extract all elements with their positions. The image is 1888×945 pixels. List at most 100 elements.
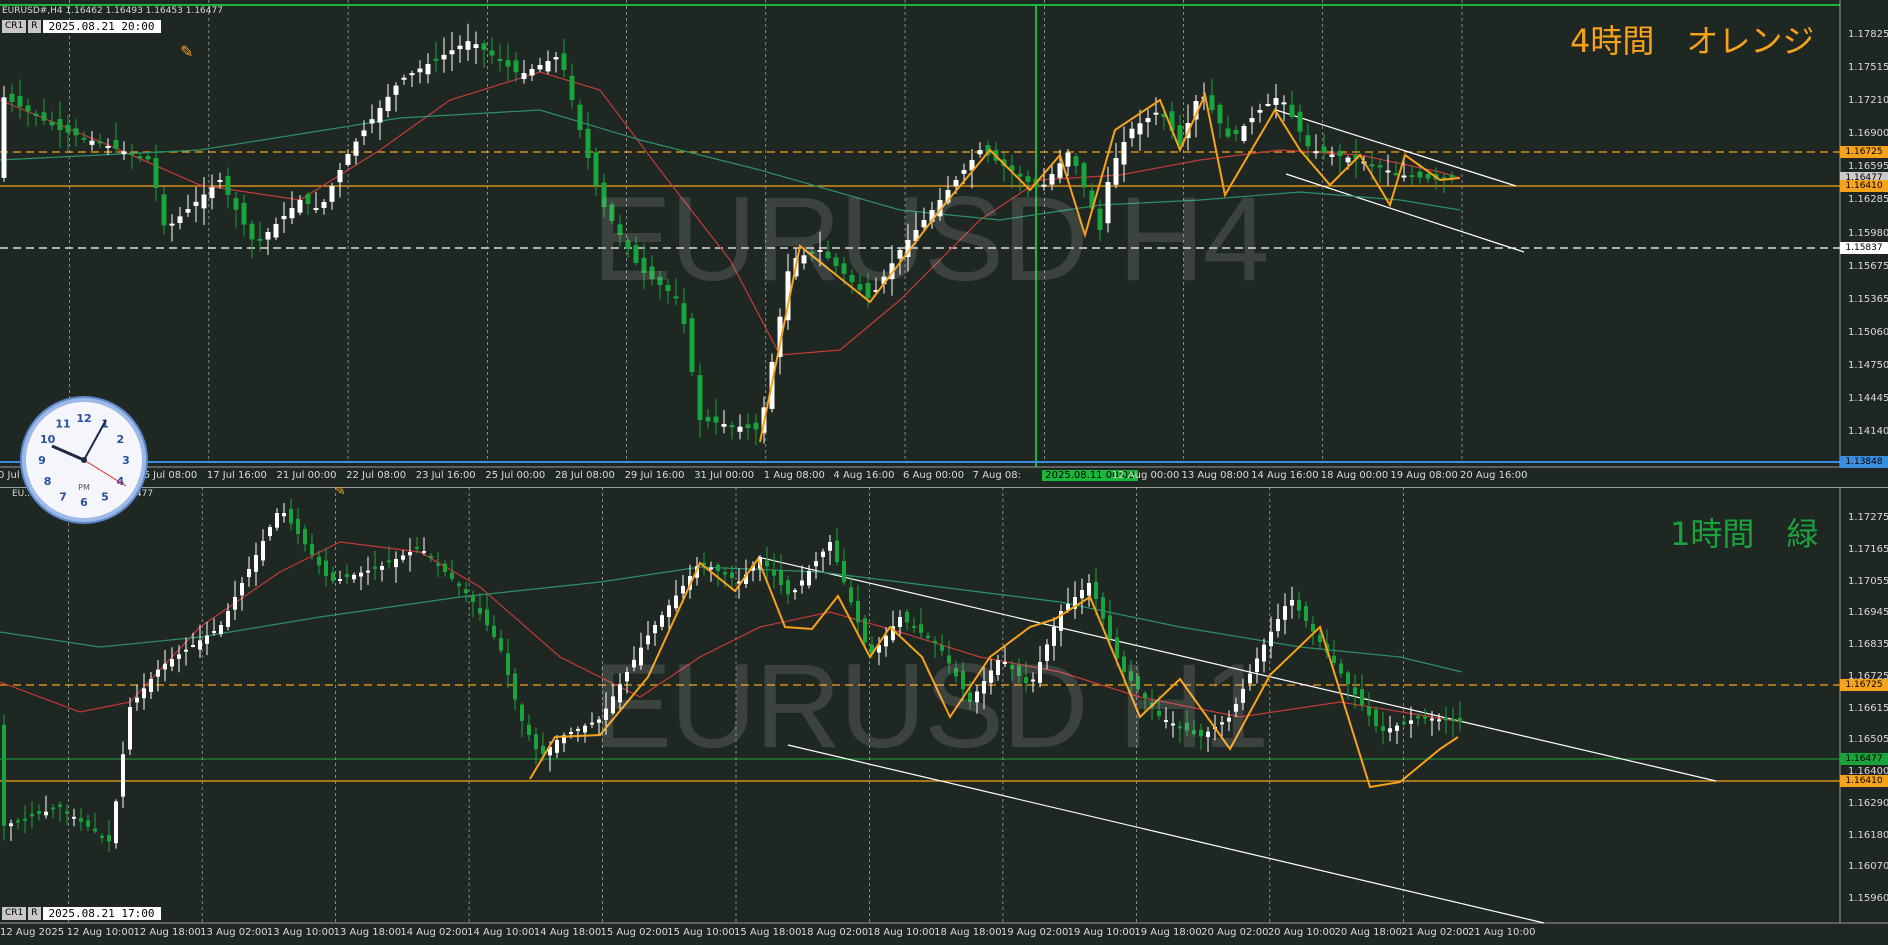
candle	[1290, 600, 1294, 606]
candle	[689, 318, 695, 372]
candle	[1367, 706, 1371, 716]
candle	[281, 216, 287, 220]
candle	[240, 583, 244, 596]
candle	[163, 663, 167, 670]
timeframe-note: 4時間 オレンジ	[1570, 22, 1815, 60]
clock-numeral: 10	[40, 433, 56, 446]
cr1-badge[interactable]: CR1	[2, 907, 27, 920]
price-axis-label: 1.16900	[1848, 128, 1888, 140]
candle	[282, 513, 286, 517]
time-axis-label: 19 Aug 18:00	[1134, 927, 1202, 938]
candle	[17, 96, 23, 107]
candle	[51, 807, 55, 810]
candle	[408, 552, 412, 556]
r-badge[interactable]: R	[28, 907, 41, 920]
candle	[1257, 110, 1263, 113]
candle	[247, 569, 251, 578]
candle	[478, 607, 482, 614]
time-axis-label: 18 Aug 10:00	[867, 927, 935, 938]
candle	[1425, 173, 1431, 179]
candle	[114, 801, 118, 844]
price-axis-label: 1.17165	[1848, 543, 1888, 555]
candle	[377, 108, 383, 123]
candle	[387, 560, 391, 563]
candle	[49, 121, 55, 126]
candle	[177, 654, 181, 659]
candle	[1458, 717, 1462, 722]
candle	[241, 202, 247, 225]
candle	[2, 724, 6, 826]
candle	[465, 41, 471, 50]
candle	[33, 113, 39, 116]
candle	[660, 615, 664, 627]
pencil-icon[interactable]: ✎	[180, 42, 193, 61]
candle	[681, 585, 685, 594]
chart-pane-h1[interactable]: EU... 1.16493 1.16453 1.16477 ✎ CR1 R 20…	[0, 487, 1888, 945]
candle	[385, 96, 391, 112]
candle	[1080, 590, 1084, 599]
candle	[1065, 152, 1071, 167]
candle	[1417, 171, 1423, 178]
candle	[473, 44, 479, 49]
candle	[345, 574, 349, 577]
candle	[905, 611, 909, 623]
candle	[401, 77, 407, 80]
chart-info-bar: CR1 R 2025.08.21 20:00	[2, 20, 161, 33]
candle	[369, 119, 375, 124]
candle	[977, 150, 983, 155]
time-axis-label: 15 Aug 18:00	[734, 927, 802, 938]
candle	[513, 673, 517, 700]
candle	[310, 543, 314, 555]
candle	[1233, 129, 1239, 134]
candle	[1297, 111, 1303, 132]
time-axis-label: 13 Aug 18:00	[333, 927, 402, 938]
time-axis-label: 12 Aug 18:00	[133, 927, 201, 938]
candle	[765, 560, 769, 567]
candle	[1087, 583, 1091, 596]
candle	[1401, 175, 1407, 178]
candle	[1276, 619, 1280, 632]
candle	[585, 128, 591, 158]
candle	[1281, 102, 1287, 105]
candle	[338, 579, 342, 581]
symbol-watermark: EURUSD H1	[592, 639, 1269, 773]
candle	[128, 707, 132, 750]
candle	[58, 804, 62, 807]
candle	[721, 424, 727, 427]
candle	[72, 816, 76, 819]
candle	[23, 818, 27, 821]
candle	[745, 424, 751, 428]
chart-pane-h4[interactable]: EURUSD#,H4 1.16462 1.16493 1.16453 1.164…	[0, 0, 1888, 487]
price-tag: 1.16410	[1840, 180, 1888, 192]
r-badge[interactable]: R	[28, 20, 41, 33]
candle	[697, 375, 703, 420]
timeframe-note: 1時間 緑	[1670, 515, 1819, 553]
analog-clock-widget[interactable]: 12 1 2 3 4 5 6 7 8 9 10 11 PM	[22, 398, 146, 522]
candle	[366, 570, 370, 573]
candle	[1374, 709, 1378, 726]
candle	[219, 625, 223, 635]
candle	[1321, 146, 1327, 153]
candle	[44, 811, 48, 816]
pencil-icon[interactable]: ✎	[334, 487, 346, 499]
candle	[409, 73, 415, 76]
candle	[233, 198, 239, 210]
candle	[450, 572, 454, 579]
price-axis-label: 1.16180	[1848, 829, 1888, 841]
candle	[1353, 687, 1357, 695]
candle	[449, 50, 455, 55]
time-axis-label: 14 Aug 16:00	[1251, 470, 1319, 481]
price-tag: 1.15837	[1840, 242, 1888, 254]
candle	[1416, 716, 1420, 719]
candle	[716, 564, 720, 571]
candle	[464, 589, 468, 593]
candle	[177, 216, 183, 223]
candle	[268, 527, 272, 537]
second-hand	[83, 459, 127, 487]
candle	[16, 820, 20, 823]
time-axis-label: 19 Aug 08:00	[1390, 470, 1458, 481]
candle	[1283, 606, 1287, 620]
cr1-badge[interactable]: CR1	[2, 20, 27, 33]
time-axis-label: 14 Aug 10:00	[467, 927, 535, 938]
candle	[331, 572, 335, 582]
